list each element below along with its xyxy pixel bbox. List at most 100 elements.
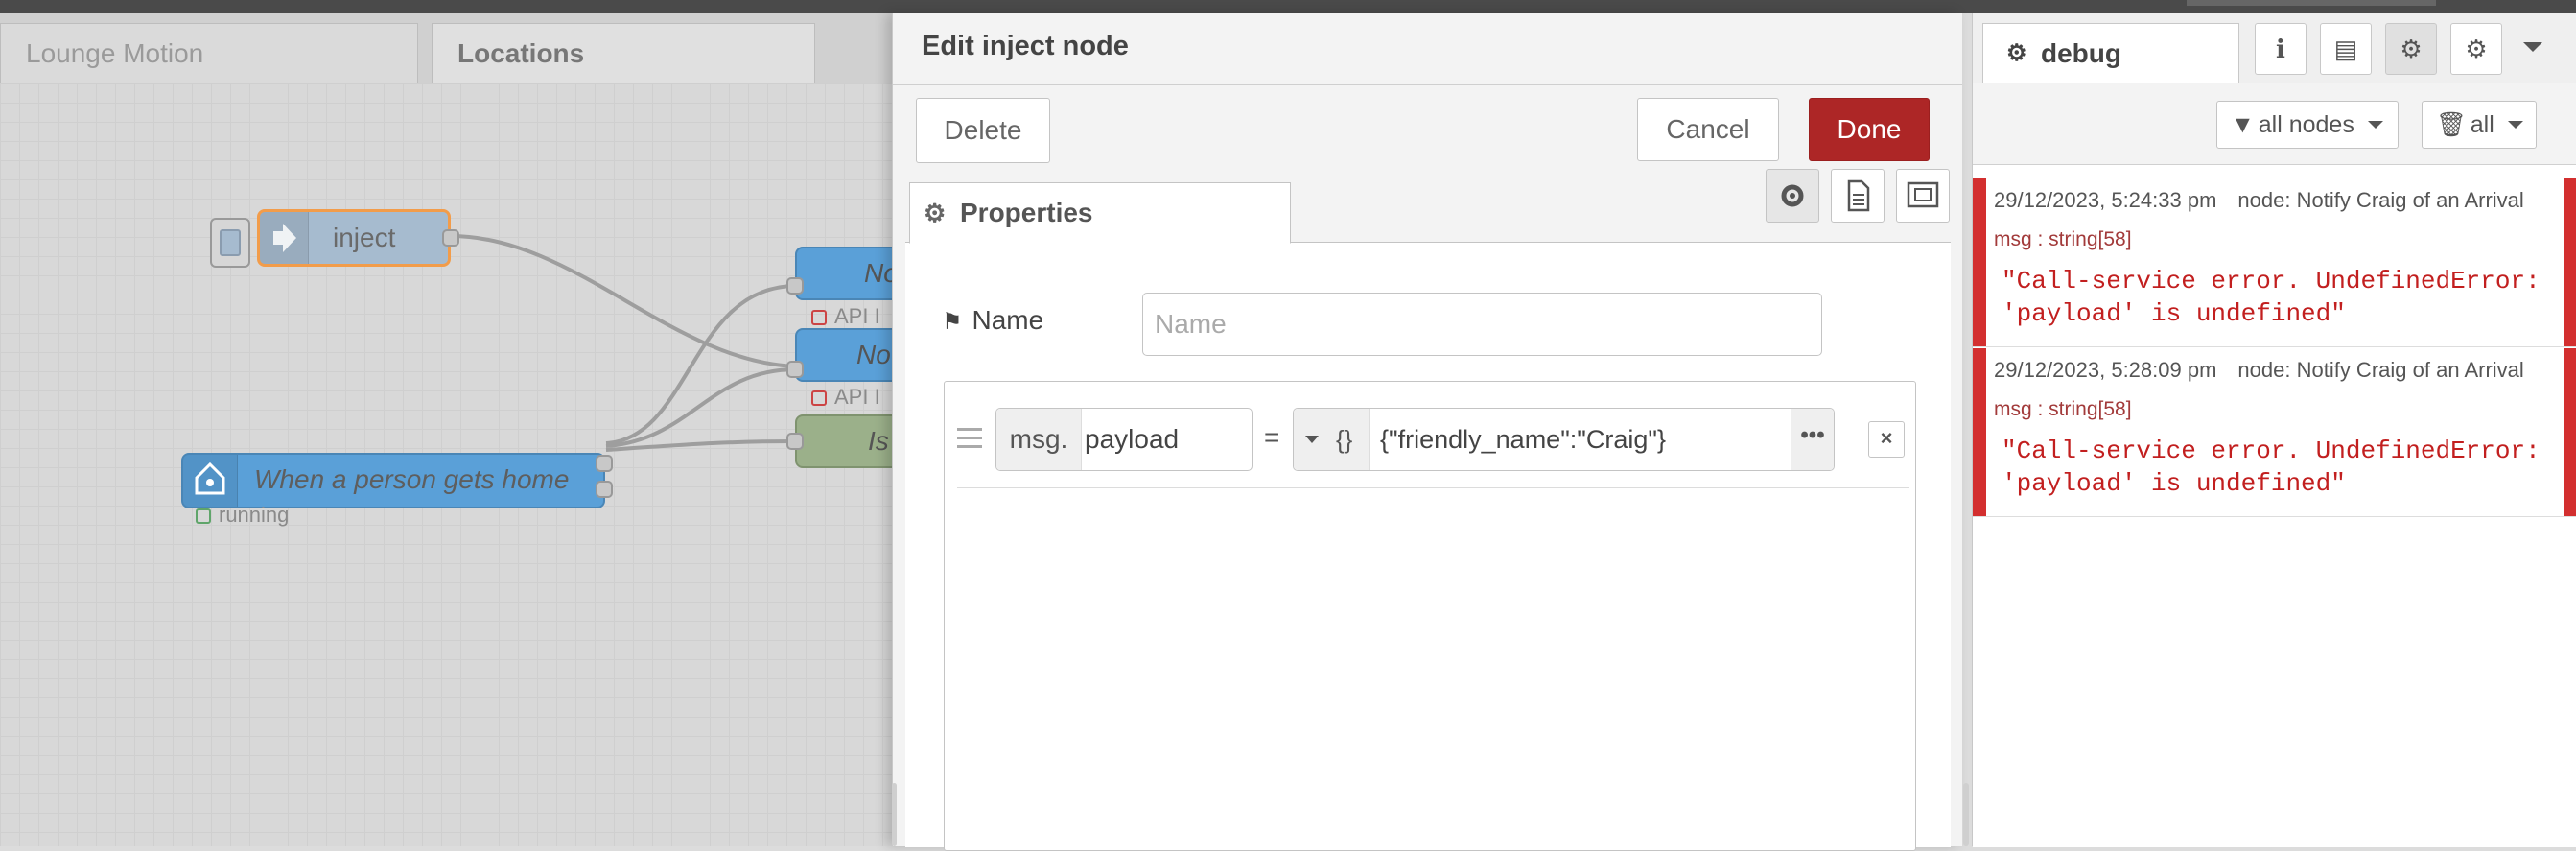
inject-output-port[interactable] [442,229,459,247]
api-node[interactable]: Is [795,414,892,468]
cancel-button[interactable]: Cancel [1637,98,1779,161]
tab-debug[interactable]: ⚙ debug [1982,23,2239,83]
dialog-scrollbar[interactable] [1963,783,1969,846]
message-line: "Call-service error. UndefinedError: [2002,267,2541,295]
bug-icon: ⚙ [2006,40,2027,66]
tab-properties[interactable]: ⚙ Properties [909,182,1291,244]
trash-icon: 🗑 [2436,111,2467,138]
rule-divider [957,487,1909,488]
gear-icon: ⚙ [2465,35,2488,63]
message-line: 'payload' is undefined" [2002,469,2346,498]
trigger-node-label: When a person gets home [254,464,570,494]
message-meta: 29/12/2023, 5:28:09 pm node: Notify Craig… [1994,358,2524,383]
help-button[interactable]: ▤ [2320,23,2372,75]
properties-tab-label: Properties [960,198,1093,227]
node-appearance-icon [1907,181,1939,208]
sidebar-menu-chevron-icon[interactable] [2521,40,2544,59]
top-bar-highlight [2187,0,2436,6]
inject-node[interactable]: inject [257,209,451,267]
error-bar-right [2564,178,2576,346]
flow-canvas[interactable]: inject When a person gets home running N… [0,83,892,846]
done-button[interactable]: Done [1809,98,1930,161]
trigger-status: running [196,503,289,528]
delete-button[interactable]: Delete [916,98,1050,163]
drag-handle-icon[interactable] [957,428,982,454]
notify-node-2[interactable]: No [795,328,892,382]
canvas-scrollbar[interactable] [892,783,897,846]
trigger-output-port-2[interactable] [596,481,613,498]
gear-icon [1781,184,1804,207]
clear-messages-button[interactable]: 🗑 all [2422,101,2537,149]
message-timestamp: 29/12/2023, 5:24:33 pm [1994,188,2217,212]
debug-message[interactable]: 29/12/2023, 5:24:33 pm node: Notify Craig… [1973,178,2576,347]
notify-node-1-input-port[interactable] [786,277,804,295]
json-type-icon [1305,436,1319,443]
value-text: {"friendly_name":"Craig"} [1380,425,1666,454]
dialog-title: Edit inject node [922,31,1129,61]
top-bar [0,0,2576,13]
property-type-prefix[interactable]: msg. [996,409,1082,470]
home-assistant-icon [183,455,238,507]
info-icon: i [2276,35,2285,64]
message-timestamp: 29/12/2023, 5:28:09 pm [1994,358,2217,382]
message-meta: 29/12/2023, 5:24:33 pm node: Notify Craig… [1994,188,2524,213]
property-name: payload [1085,424,1180,454]
dialog-header-divider [893,84,1962,85]
chevron-down-icon [2368,121,2383,129]
gear-icon: ⚙ [924,199,947,227]
property-input[interactable]: msg. payload [995,408,1253,471]
status-dot-icon [196,508,211,525]
expand-editor-button[interactable]: ••• [1791,409,1834,470]
value-input[interactable]: {} {"friendly_name":"Craig"} ••• [1293,408,1835,471]
settings-gear-button[interactable] [1766,169,1819,223]
name-label-text: Name [972,305,1044,335]
debug-message[interactable]: 29/12/2023, 5:28:09 pm node: Notify Craig… [1973,348,2576,517]
config-button[interactable]: ⚙ [2450,23,2502,75]
filter-nodes-label: all nodes [2258,111,2354,138]
status-error-icon [811,390,827,407]
filter-icon: ▼ [2231,111,2255,138]
tab-lounge-motion[interactable]: Lounge Motion [0,23,418,83]
message-node-link[interactable]: node: Notify Craig of an Arrival [2237,188,2523,212]
bug-icon: ⚙ [2400,35,2423,63]
name-label: ⚑ Name [942,305,1043,336]
filter-nodes-button[interactable]: ▼ all nodes [2216,101,2399,149]
debug-sidebar: ⚙ debug i ▤ ⚙ ⚙ ▼ all nodes 🗑 all 29/12/20… [1972,13,2576,847]
debug-tab-label: debug [2041,38,2121,68]
book-icon: ▤ [2333,35,2358,63]
message-node-link[interactable]: node: Notify Craig of an Arrival [2237,358,2523,382]
flow-workspace: Lounge Motion Locations inject When a pe… [0,13,892,846]
clear-all-label: all [2470,111,2494,138]
tag-icon: ⚑ [942,309,963,335]
info-button[interactable]: i [2255,23,2307,75]
arrow-icon [260,212,309,264]
debug-button[interactable]: ⚙ [2385,23,2437,75]
message-type: msg : string[58] [1994,228,2132,250]
error-bar-right [2564,348,2576,516]
value-type-select[interactable]: {} [1294,409,1370,470]
message-line: 'payload' is undefined" [2002,299,2346,328]
name-input[interactable] [1142,293,1822,356]
message-line: "Call-service error. UndefinedError: [2002,437,2541,465]
trigger-node[interactable]: When a person gets home [181,453,605,508]
appearance-button[interactable] [1896,169,1950,223]
notify-node-1[interactable]: No [795,247,892,300]
equals-sign: = [1264,422,1280,452]
notify-node-1-status: API I [811,304,880,329]
chevron-down-icon [2508,121,2523,129]
message-type: msg : string[58] [1994,398,2132,420]
workspace-tabs: Lounge Motion Locations [0,13,892,84]
message-body: "Call-service error. UndefinedError: 'pay… [2002,265,2541,330]
error-bar-left [1973,348,1986,516]
tab-locations[interactable]: Locations [432,23,815,84]
description-button[interactable] [1831,169,1885,223]
api-node-input-port[interactable] [786,433,804,450]
document-icon [1847,179,1870,212]
inject-node-label: inject [333,223,396,252]
message-body: "Call-service error. UndefinedError: 'pay… [2002,435,2541,500]
trigger-output-port-1[interactable] [596,455,613,472]
status-error-icon [811,310,827,326]
inject-trigger-button[interactable] [210,218,250,268]
remove-rule-button[interactable]: × [1868,421,1905,458]
notify-node-2-input-port[interactable] [786,361,804,378]
